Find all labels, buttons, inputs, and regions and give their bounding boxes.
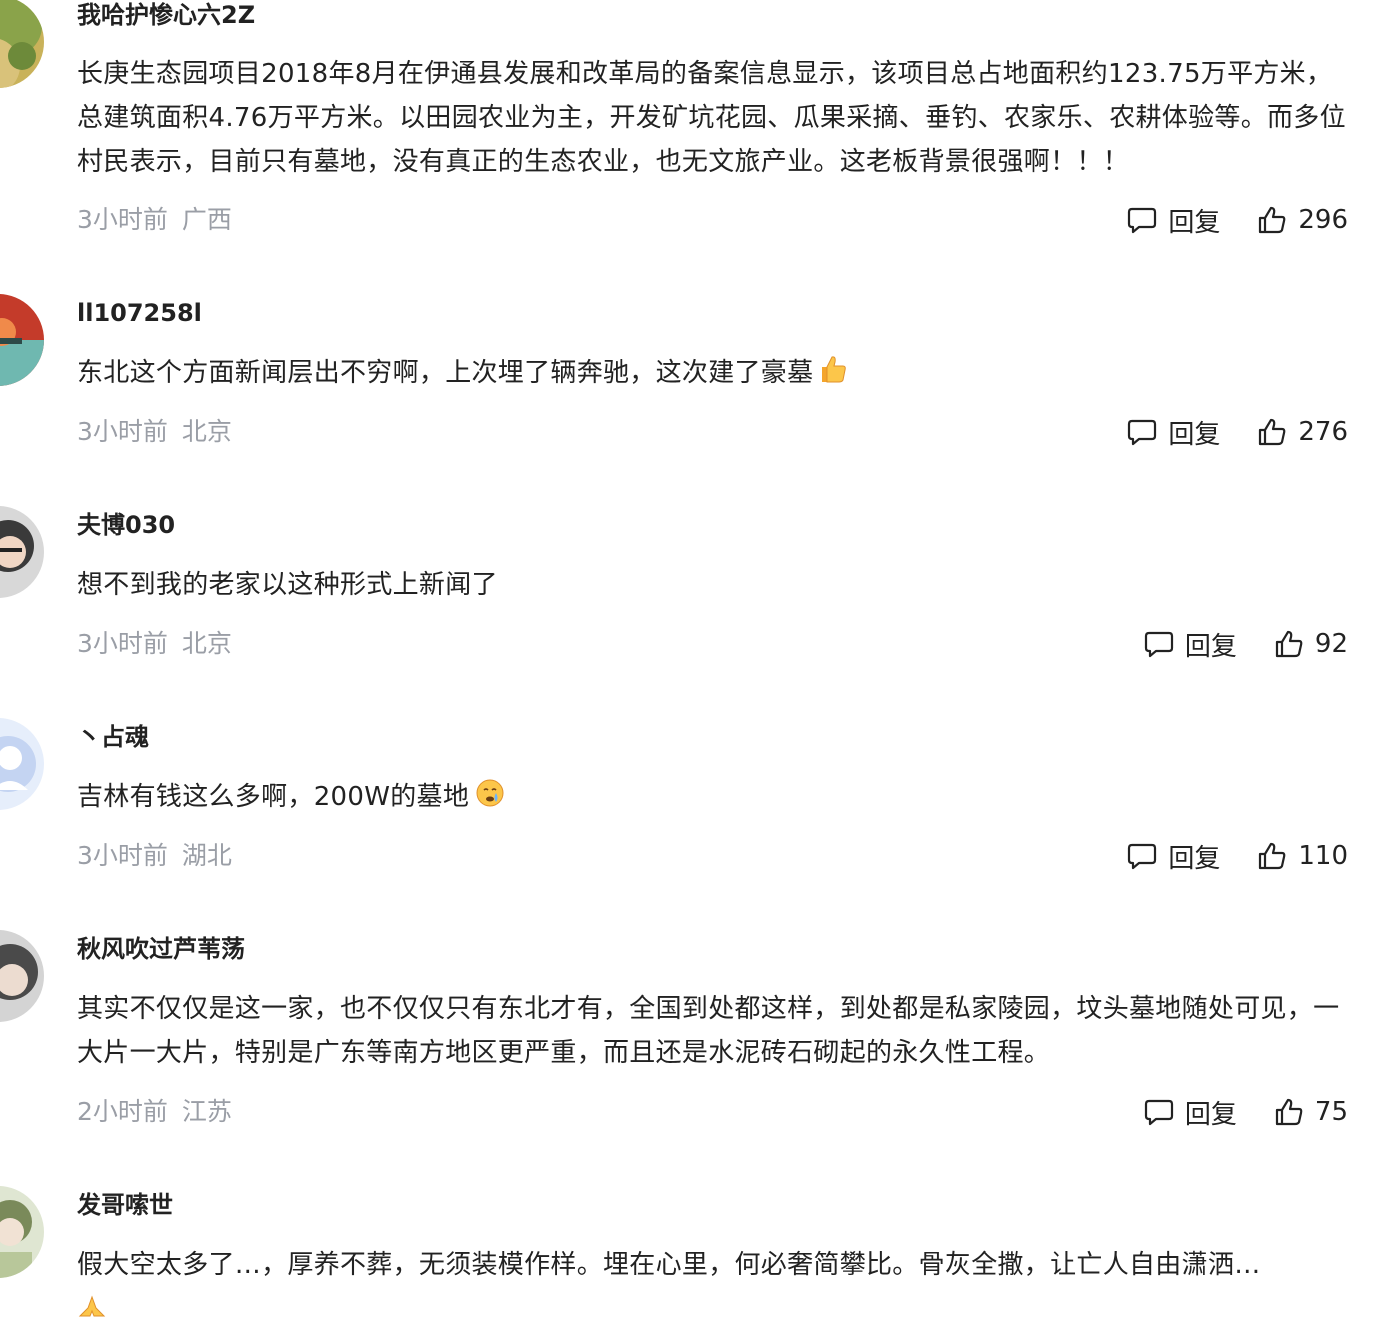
like-button[interactable]: 276 [1256, 416, 1348, 448]
thumbs-up-icon [1275, 630, 1303, 658]
reply-button[interactable]: 回复 [1126, 838, 1220, 875]
thumbs-up-icon [1259, 206, 1286, 234]
location: 江苏 [181, 1097, 232, 1126]
timestamp: 3小时前 [77, 205, 168, 234]
username[interactable]: 夫博030 [77, 510, 175, 540]
reply-label: 回复 [1168, 207, 1221, 238]
avatar[interactable] [0, 0, 44, 88]
timestamp: 3小时前 [77, 417, 168, 446]
comment-bubble-icon [1144, 631, 1173, 658]
comment-actions: 回复 296 [1126, 202, 1348, 238]
reply-label: 回复 [1184, 631, 1237, 662]
comment-actions: 回复 276 [1126, 414, 1348, 450]
timestamp: 3小时前 [77, 629, 168, 658]
comment-text: 长庚生态园项目2018年8月在伊通县发展和改革局的备案信息显示，该项目总占地面积… [77, 59, 1346, 177]
comment-bubble-icon [1128, 207, 1157, 234]
reply-button[interactable]: 回复 [1126, 202, 1220, 239]
username[interactable]: 我哈护惨心六2Z [77, 0, 255, 30]
comment-bubble-icon [1144, 1099, 1173, 1126]
avatar[interactable] [0, 506, 44, 598]
reply-label: 回复 [1168, 843, 1221, 874]
praying-hands-emoji [77, 1290, 107, 1334]
like-count: 276 [1298, 417, 1348, 447]
comment-actions: 回复 92 [1143, 626, 1348, 662]
thumbs-up-icon [1259, 418, 1286, 446]
username[interactable]: 发哥嗦世 [77, 1190, 173, 1220]
username[interactable]: 秋风吹过芦苇荡 [77, 934, 245, 964]
reply-label: 回复 [1184, 1099, 1237, 1130]
comment-text: 假大空太多了…，厚养不葬，无须装模作样。埋在心里，何必奢简攀比。骨灰全撒，让亡人… [77, 1243, 1352, 1334]
comment-meta: 3小时前 湖北 [77, 841, 232, 871]
reply-button[interactable]: 回复 [1126, 414, 1220, 451]
thumbs-up-icon [1275, 1098, 1303, 1126]
comment-actions: 回复 75 [1143, 1094, 1348, 1130]
comment-meta: 3小时前 广西 [77, 205, 232, 235]
comment-meta: 2小时前 江苏 [77, 1097, 232, 1127]
thumbs-up-icon [1259, 842, 1286, 870]
comment-actions: 回复 110 [1126, 838, 1348, 874]
comment-text: 想不到我的老家以这种形式上新闻了 [77, 570, 498, 600]
comment-bubble-icon [1128, 843, 1157, 870]
like-count: 75 [1314, 1097, 1348, 1127]
like-button[interactable]: 92 [1273, 628, 1348, 660]
like-count: 110 [1298, 841, 1348, 871]
avatar[interactable] [0, 930, 44, 1022]
like-button[interactable]: 75 [1273, 1096, 1348, 1128]
avatar[interactable] [0, 718, 44, 810]
like-count: 92 [1314, 629, 1348, 659]
location: 北京 [181, 417, 232, 446]
comment-text: 其实不仅仅是这一家，也不仅仅只有东北才有，全国到处都这样，到处都是私家陵园，坟头… [77, 994, 1340, 1068]
comment-meta: 3小时前 北京 [77, 629, 232, 659]
like-count: 296 [1298, 205, 1348, 235]
thumbs-up-emoji [819, 354, 847, 398]
crying-emoji [475, 778, 505, 822]
reply-button[interactable]: 回复 [1143, 1094, 1237, 1131]
comment-text-body: 假大空太多了…，厚养不葬，无须装模作样。埋在心里，何必奢简攀比。骨灰全撒，让亡人… [77, 1250, 1261, 1280]
comment-text: 吉林有钱这么多啊，200W的墓地 [77, 775, 1352, 822]
reply-label: 回复 [1168, 419, 1221, 450]
comment-meta: 3小时前 北京 [77, 417, 232, 447]
location: 北京 [181, 629, 232, 658]
like-button[interactable]: 296 [1256, 204, 1348, 236]
comment-text-body: 吉林有钱这么多啊，200W的墓地 [77, 782, 470, 812]
avatar[interactable] [0, 294, 44, 386]
timestamp: 3小时前 [77, 841, 168, 870]
username[interactable]: 丶占魂 [77, 722, 149, 752]
timestamp: 2小时前 [77, 1097, 168, 1126]
username[interactable]: ll107258l [77, 298, 202, 328]
location: 广西 [181, 205, 232, 234]
location: 湖北 [181, 841, 232, 870]
comment-bubble-icon [1128, 419, 1157, 446]
like-button[interactable]: 110 [1256, 840, 1348, 872]
avatar[interactable] [0, 1186, 44, 1278]
comment-text: 东北这个方面新闻层出不穷啊，上次埋了辆奔驰，这次建了豪墓 [77, 351, 1352, 398]
comment-text-body: 东北这个方面新闻层出不穷啊，上次埋了辆奔驰，这次建了豪墓 [77, 358, 814, 388]
reply-button[interactable]: 回复 [1143, 626, 1237, 663]
